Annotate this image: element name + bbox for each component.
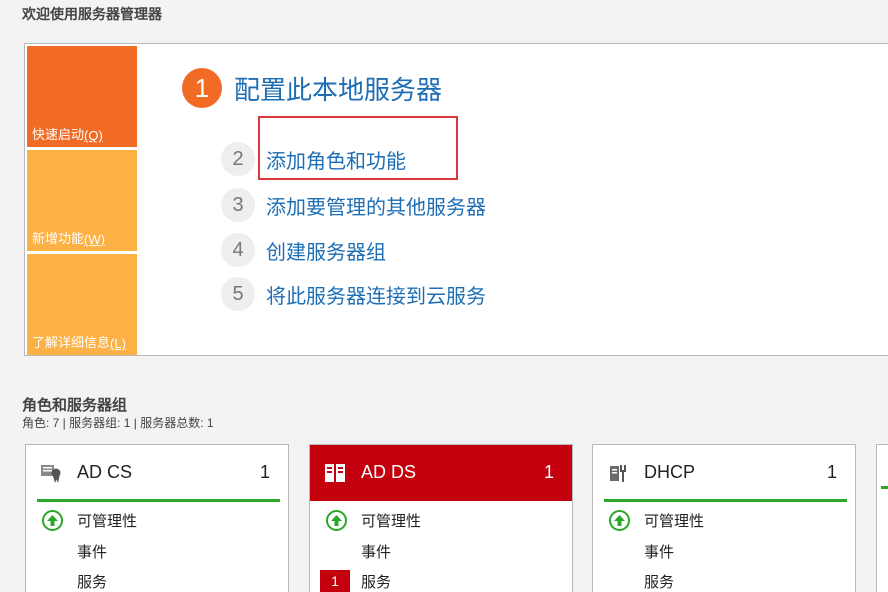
role-card-title: AD CS <box>77 462 133 482</box>
row-label: 可管理性 <box>77 512 138 530</box>
row-services[interactable]: 服务 <box>26 570 290 592</box>
role-card-header[interactable]: DHCP 1 <box>593 445 855 501</box>
tile-learn-more-accel: (L) <box>110 336 126 351</box>
row-manageability[interactable]: 可管理性 <box>310 509 574 531</box>
row-services[interactable]: 服务 <box>593 570 857 592</box>
row-label: 事件 <box>361 543 392 561</box>
role-card-count: 1 <box>543 462 554 482</box>
role-card-title: DHCP <box>644 462 696 482</box>
role-card-header[interactable]: AD DS 1 <box>310 445 572 501</box>
directory-icon <box>325 464 345 482</box>
step-number: 2 <box>221 142 255 176</box>
role-card-adcs[interactable]: AD CS 1 可管理性 事件 服务 <box>25 444 289 592</box>
step-link-configure-local-server[interactable]: 配置此本地服务器 <box>234 70 442 107</box>
row-events[interactable]: 事件 <box>26 540 290 562</box>
tile-quick-start-accel: (Q) <box>84 128 103 143</box>
services-alert-badge: 1 <box>320 570 350 592</box>
row-label: 事件 <box>77 543 108 561</box>
status-bar <box>37 499 280 502</box>
role-card-adds[interactable]: AD DS 1 可管理性 事件 1 服务 <box>309 444 573 592</box>
dhcp-icon <box>610 465 626 482</box>
step-number: 1 <box>182 68 222 108</box>
row-events[interactable]: 事件 <box>310 540 574 562</box>
roles-section-title: 角色和服务器组 <box>22 397 128 414</box>
role-card-dhcp[interactable]: DHCP 1 可管理性 事件 服务 <box>592 444 856 592</box>
row-label: 可管理性 <box>361 512 422 530</box>
step-number: 3 <box>221 188 255 222</box>
role-card-partial[interactable] <box>876 444 888 592</box>
row-services[interactable]: 1 服务 <box>310 570 574 592</box>
welcome-title: 欢迎使用服务器管理器 <box>22 6 162 22</box>
tile-learn-more[interactable]: 了解详细信息 (L) <box>27 254 137 355</box>
certificate-icon <box>41 465 61 483</box>
role-card-count: 1 <box>259 462 270 482</box>
status-bar <box>881 486 888 489</box>
row-label: 可管理性 <box>644 512 705 530</box>
step-link-add-other-servers[interactable]: 添加要管理的其他服务器 <box>266 191 486 220</box>
row-manageability[interactable]: 可管理性 <box>593 509 857 531</box>
up-arrow-icon <box>609 509 630 531</box>
up-arrow-icon <box>42 509 63 531</box>
status-bar <box>604 499 847 502</box>
tile-whats-new-accel: (W) <box>84 232 105 247</box>
row-label: 服务 <box>644 573 675 591</box>
tile-quick-start[interactable]: 快速启动 (Q) <box>27 46 137 147</box>
row-label: 服务 <box>77 573 108 591</box>
row-label: 事件 <box>644 543 675 561</box>
row-label: 服务 <box>361 573 392 591</box>
step-connect-cloud[interactable]: 5 将此服务器连接到云服务 <box>221 277 486 311</box>
row-events[interactable]: 事件 <box>593 540 857 562</box>
step-configure-local-server[interactable]: 1 配置此本地服务器 <box>182 68 442 108</box>
role-card-header[interactable]: AD CS 1 <box>26 445 288 501</box>
step-create-server-group[interactable]: 4 创建服务器组 <box>221 233 386 267</box>
step-link-connect-cloud[interactable]: 将此服务器连接到云服务 <box>266 280 486 309</box>
highlight-annotation-box <box>258 116 458 180</box>
up-arrow-icon <box>326 509 347 531</box>
step-link-create-server-group[interactable]: 创建服务器组 <box>266 236 386 265</box>
role-card-title: AD DS <box>361 462 417 482</box>
step-add-other-servers[interactable]: 3 添加要管理的其他服务器 <box>221 188 486 222</box>
tile-whats-new[interactable]: 新增功能 (W) <box>27 150 137 251</box>
roles-summary: 角色: 7 | 服务器组: 1 | 服务器总数: 1 <box>22 416 214 430</box>
role-card-count: 1 <box>826 462 837 482</box>
tile-learn-more-label: 了解详细信息 <box>32 335 111 350</box>
step-number: 4 <box>221 233 255 267</box>
step-number: 5 <box>221 277 255 311</box>
row-manageability[interactable]: 可管理性 <box>26 509 290 531</box>
tile-whats-new-label: 新增功能 <box>32 231 85 246</box>
tile-quick-start-label: 快速启动 <box>32 127 85 142</box>
